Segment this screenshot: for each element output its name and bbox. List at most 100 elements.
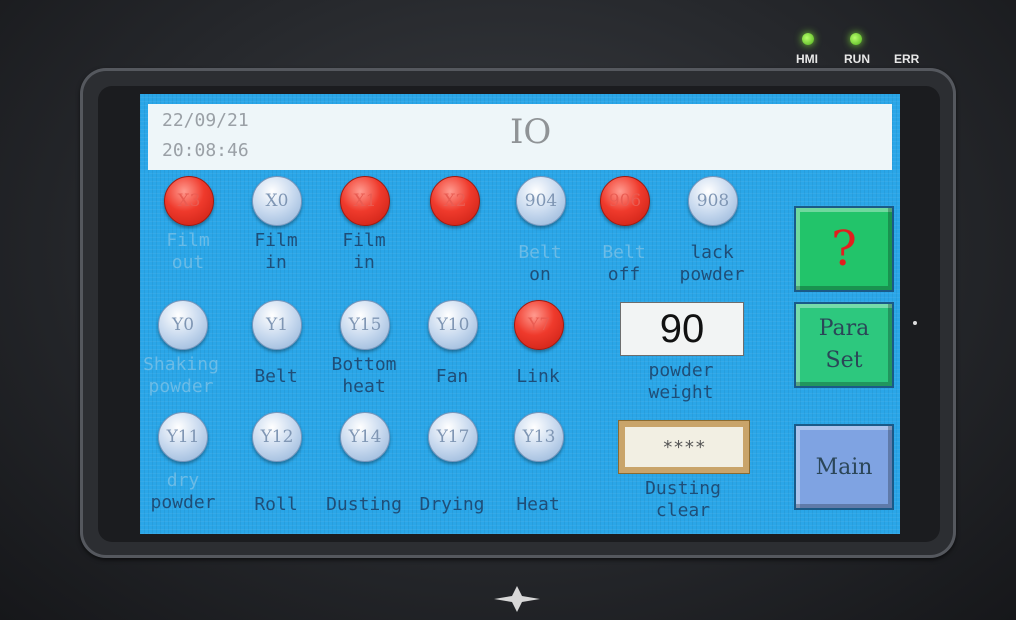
label-line: weight: [648, 382, 714, 403]
lamp-y0: Y0: [158, 300, 208, 350]
label-line: Film: [342, 230, 386, 251]
lamp-id: Y14: [348, 427, 382, 447]
lamp-id: X1: [353, 191, 377, 211]
lamp-908: 908: [688, 176, 738, 226]
label-line: clear: [655, 500, 711, 521]
label-shaking-powder: Shaking powder: [140, 354, 224, 398]
header-bar: 22/09/21 20:08:46 IO: [148, 104, 892, 170]
run-led-label: RUN: [844, 52, 870, 66]
label-line: Bottom: [331, 354, 397, 375]
label-line: Belt: [518, 242, 562, 263]
lamp-906: 906: [600, 176, 650, 226]
label-powder-weight: powder weight: [638, 360, 724, 404]
lamp-y15: Y15: [340, 300, 390, 350]
label-link: Link: [495, 366, 581, 388]
label-line: Link: [516, 366, 560, 387]
label-line: Drying: [419, 494, 485, 515]
label-film-in-x0: Film in: [233, 230, 319, 274]
dusting-clear-input[interactable]: ****: [618, 420, 750, 474]
label-line: Film: [166, 230, 210, 251]
label-line: Shaking: [143, 354, 219, 375]
label-line: Dusting: [645, 478, 721, 499]
lamp-y11: Y11: [158, 412, 208, 462]
label-line: Belt: [254, 366, 298, 387]
label-line: powder: [150, 492, 216, 513]
label-dusting-clear: Dusting clear: [640, 478, 726, 522]
label-line: heat: [342, 376, 386, 397]
lamp-id: X0: [265, 191, 289, 211]
lamp-y1: Y1: [252, 300, 302, 350]
label-line: Roll: [254, 494, 298, 515]
label-fan: Fan: [409, 366, 495, 388]
lamp-id: Y15: [348, 315, 382, 335]
label-line: in: [353, 252, 375, 273]
lamp-id: X2: [443, 191, 467, 211]
label-line: lack: [690, 242, 734, 263]
label-belt-off: Belt off: [581, 242, 667, 286]
label-film-in-x1: Film in: [321, 230, 407, 274]
label-belt-on: Belt on: [497, 242, 583, 286]
lamp-y12: Y12: [252, 412, 302, 462]
dusting-clear-value: ****: [625, 427, 743, 467]
lamp-id: Y0: [171, 315, 195, 335]
lamp-id: Y1: [265, 315, 289, 335]
lamp-x0: X0: [252, 176, 302, 226]
label-line: off: [607, 264, 641, 285]
label-line: out: [171, 252, 205, 273]
main-button-label: Main: [815, 454, 873, 480]
lamp-id: 908: [696, 191, 730, 211]
hmi-screen: 22/09/21 20:08:46 IO X3 X0 X1 X2 904 906…: [140, 94, 900, 534]
lamp-y14: Y14: [340, 412, 390, 462]
powder-weight-value[interactable]: 90: [620, 302, 744, 356]
main-button[interactable]: Main: [794, 424, 894, 510]
label-line: Dusting: [326, 494, 402, 515]
label-line: powder: [648, 360, 714, 381]
label-heat: Heat: [495, 494, 581, 516]
brand-logo-icon: [494, 586, 540, 612]
lamp-id: Y7: [527, 315, 551, 335]
label-dusting: Dusting: [321, 494, 407, 516]
para-set-button[interactable]: Para Set: [794, 302, 894, 388]
lamp-x3: X3: [164, 176, 214, 226]
label-line: powder: [148, 376, 214, 397]
lamp-id: Y17: [436, 427, 470, 447]
lamp-y10: Y10: [428, 300, 478, 350]
lamp-y7: Y7: [514, 300, 564, 350]
hmi-led-icon: [802, 33, 814, 45]
button-line: Set: [825, 348, 863, 373]
date-display: 22/09/21: [162, 110, 249, 131]
help-question-icon: ?: [831, 221, 857, 277]
button-line: Para: [818, 316, 870, 341]
label-line: in: [265, 252, 287, 273]
label-film-out: Film out: [145, 230, 231, 274]
label-line: on: [529, 264, 551, 285]
lamp-x1: X1: [340, 176, 390, 226]
label-line: dry: [166, 470, 200, 491]
lamp-y13: Y13: [514, 412, 564, 462]
hmi-led-label: HMI: [796, 52, 818, 66]
label-roll: Roll: [233, 494, 319, 516]
sensor-dot: [913, 321, 917, 325]
label-drying: Drying: [409, 494, 495, 516]
label-line: Fan: [435, 366, 469, 387]
label-line: Belt: [602, 242, 646, 263]
label-line: powder: [679, 264, 745, 285]
time-display: 20:08:46: [162, 140, 249, 161]
lamp-x2: X2: [430, 176, 480, 226]
err-led-label: ERR: [894, 52, 920, 66]
lamp-id: Y11: [166, 427, 200, 447]
lamp-id: X3: [177, 191, 201, 211]
lamp-id: 904: [524, 191, 558, 211]
lamp-y17: Y17: [428, 412, 478, 462]
label-line: Film: [254, 230, 298, 251]
run-led-icon: [850, 33, 862, 45]
label-belt: Belt: [233, 366, 319, 388]
lamp-904: 904: [516, 176, 566, 226]
label-dry-powder: dry powder: [140, 470, 226, 514]
lamp-id: Y13: [522, 427, 556, 447]
lamp-id: Y10: [436, 315, 470, 335]
label-lack-powder: lack powder: [669, 242, 755, 286]
help-button[interactable]: ?: [794, 206, 894, 292]
label-line: Heat: [516, 494, 560, 515]
lamp-id: 906: [608, 191, 642, 211]
